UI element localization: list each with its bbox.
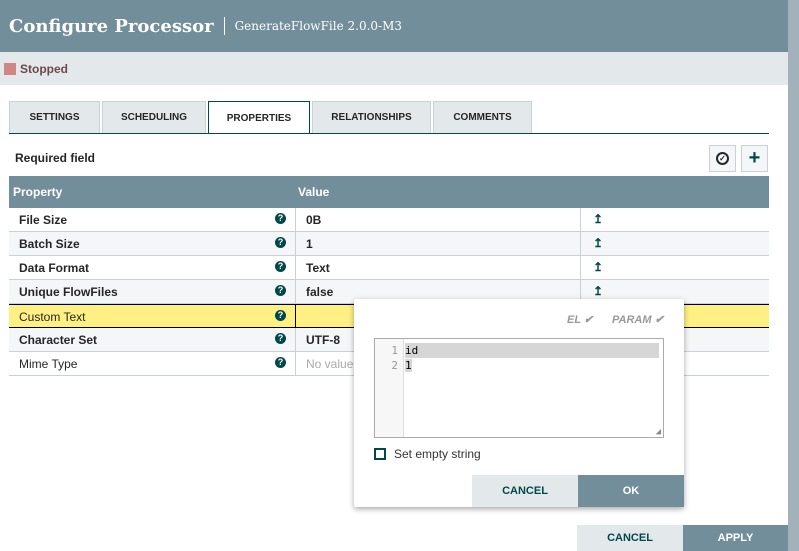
dialog-subtitle: GenerateFlowFile 2.0.0-M3 <box>234 19 402 33</box>
help-icon[interactable]: ? <box>275 310 286 321</box>
param-label: PARAM <box>612 314 652 326</box>
resize-handle-icon[interactable]: ◢ <box>656 427 661 437</box>
property-name: Data Format <box>19 261 90 275</box>
help-icon[interactable]: ? <box>275 357 286 368</box>
property-name: Character Set <box>19 333 98 347</box>
table-header: Property Value <box>9 176 769 208</box>
column-property: Property <box>13 185 63 199</box>
el-support-indicator: EL ✔ <box>567 313 593 326</box>
add-property-button[interactable]: + <box>741 145 768 172</box>
tab-comments[interactable]: COMMENTS <box>433 101 532 133</box>
property-name: Mime Type <box>19 357 78 371</box>
table-row[interactable]: Data Format? Text ↥ <box>9 256 769 280</box>
apply-button[interactable]: APPLY <box>683 525 788 551</box>
editor-ok-button[interactable]: OK <box>578 475 684 507</box>
editor-cancel-button[interactable]: CANCEL <box>472 475 578 507</box>
column-value: Value <box>298 185 330 199</box>
code-lines[interactable]: id 1 <box>405 343 659 373</box>
code-line[interactable]: 1 <box>405 358 659 373</box>
tab-properties[interactable]: PROPERTIES <box>208 101 310 134</box>
tab-divider <box>9 133 769 134</box>
dialog-header: Configure Processor GenerateFlowFile 2.0… <box>0 0 788 52</box>
tab-bar: SETTINGS SCHEDULING PROPERTIES RELATIONS… <box>9 101 534 134</box>
configure-processor-dialog: Configure Processor GenerateFlowFile 2.0… <box>0 0 788 551</box>
property-name: Unique FlowFiles <box>19 285 118 299</box>
help-icon[interactable]: ? <box>275 213 286 224</box>
goto-arrow-icon[interactable]: ↥ <box>580 232 615 256</box>
tab-scheduling[interactable]: SCHEDULING <box>102 101 206 133</box>
goto-arrow-icon[interactable]: ↥ <box>580 256 615 280</box>
check-icon: ✔ <box>583 314 594 326</box>
code-line-text: 1 <box>405 359 412 372</box>
property-value[interactable]: 0B <box>295 208 580 232</box>
check-circle-icon: ✓ <box>716 152 729 165</box>
checkbox-icon[interactable] <box>374 448 386 460</box>
property-name: File Size <box>19 213 68 227</box>
set-empty-string-checkbox[interactable]: Set empty string <box>374 447 481 461</box>
code-line[interactable]: id <box>405 343 659 358</box>
help-icon[interactable]: ? <box>275 237 286 248</box>
tab-relationships[interactable]: RELATIONSHIPS <box>312 101 431 133</box>
help-icon[interactable]: ? <box>275 285 286 296</box>
set-empty-string-label: Set empty string <box>394 447 481 461</box>
tab-settings[interactable]: SETTINGS <box>9 101 100 133</box>
status-label: Stopped <box>20 61 68 76</box>
plus-icon: + <box>748 147 761 169</box>
property-value[interactable]: 1 <box>295 232 580 256</box>
el-label: EL <box>567 314 581 326</box>
property-value[interactable]: Text <box>295 256 580 280</box>
line-number: 2 <box>391 359 398 372</box>
code-editor[interactable]: 12 id 1 ◢ <box>374 338 664 438</box>
property-name: Batch Size <box>19 237 80 251</box>
help-icon[interactable]: ? <box>275 261 286 272</box>
dialog-title: Configure Processor <box>9 15 214 37</box>
title-separator <box>223 17 225 35</box>
line-number: 1 <box>391 344 398 357</box>
check-icon: ✔ <box>654 314 664 326</box>
cancel-button[interactable]: CANCEL <box>577 525 683 551</box>
required-field-label: Required field <box>15 151 96 165</box>
goto-arrow-icon[interactable]: ↥ <box>580 208 615 232</box>
value-editor-popup: EL ✔ PARAM ✔ 12 id 1 ◢ Set empty string C… <box>354 299 684 507</box>
status-bar: Stopped <box>0 52 788 85</box>
help-icon[interactable]: ? <box>275 333 286 344</box>
verify-button[interactable]: ✓ <box>709 145 736 172</box>
table-row[interactable]: Batch Size? 1 ↥ <box>9 232 769 256</box>
stopped-icon <box>4 62 16 75</box>
table-row[interactable]: File Size? 0B ↥ <box>9 208 769 232</box>
property-name: Custom Text <box>19 310 86 324</box>
param-support-indicator: PARAM ✔ <box>612 313 664 326</box>
line-gutter: 12 <box>375 339 404 437</box>
